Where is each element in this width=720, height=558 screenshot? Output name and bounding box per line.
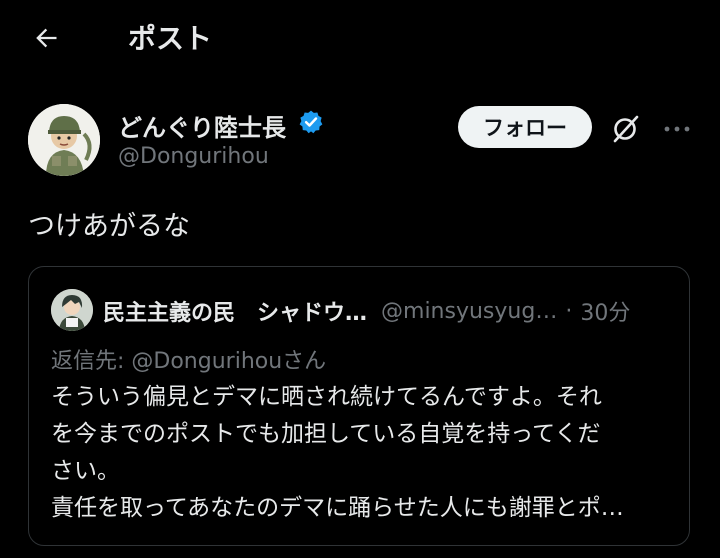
follow-button[interactable]: フォロー bbox=[458, 106, 592, 148]
back-button[interactable] bbox=[28, 20, 64, 56]
quote-timestamp[interactable]: 30分 bbox=[580, 295, 630, 327]
top-bar: ポスト bbox=[0, 0, 720, 72]
author-name[interactable]: どんぐり陸士長 bbox=[118, 108, 286, 143]
quote-text: そういう偏見とデマに晒され続けてるんですよ。それ を今までのポストでも加担してい… bbox=[51, 379, 671, 527]
quote-author-handle[interactable]: @minsyusyug… bbox=[381, 299, 557, 324]
quote-header: 民主主義の民 シャドウ… @minsyusyug… · 30分 bbox=[103, 295, 630, 327]
grok-icon bbox=[613, 115, 639, 143]
quote-text-line: さい。 bbox=[51, 458, 120, 484]
quote-text-line: そういう偏見とデマに晒され続けてるんですよ。それ bbox=[51, 384, 602, 410]
soldier-illustration bbox=[28, 104, 100, 176]
quote-avatar[interactable] bbox=[51, 289, 93, 331]
post-author: どんぐり陸士長 @Dongurihou フォロー bbox=[28, 104, 692, 184]
anime-character-illustration bbox=[51, 289, 93, 331]
quote-text-line: 責任を取ってあなたのデマに踊らせた人にも謝罪とポ… bbox=[51, 495, 624, 521]
post-text: つけあがるな bbox=[28, 211, 190, 242]
page-title: ポスト bbox=[128, 22, 213, 55]
quote-text-line: を今までのポストでも加担している自覚を持ってくだ bbox=[51, 421, 601, 447]
more-dots-icon bbox=[664, 126, 690, 132]
quoted-post[interactable]: 民主主義の民 シャドウ… @minsyusyug… · 30分 返信先: @Do… bbox=[28, 266, 690, 546]
grok-button[interactable] bbox=[608, 112, 642, 146]
author-handle[interactable]: @Dongurihou bbox=[118, 144, 269, 169]
avatar[interactable] bbox=[28, 104, 100, 176]
quote-author-name[interactable]: 民主主義の民 シャドウ… bbox=[103, 295, 367, 327]
more-options-button[interactable] bbox=[660, 112, 694, 146]
separator-dot: · bbox=[565, 298, 573, 324]
verified-badge-icon bbox=[299, 110, 323, 134]
arrow-left-icon bbox=[36, 28, 57, 48]
reply-to-label: 返信先: @Dongurihouさん bbox=[51, 349, 327, 374]
